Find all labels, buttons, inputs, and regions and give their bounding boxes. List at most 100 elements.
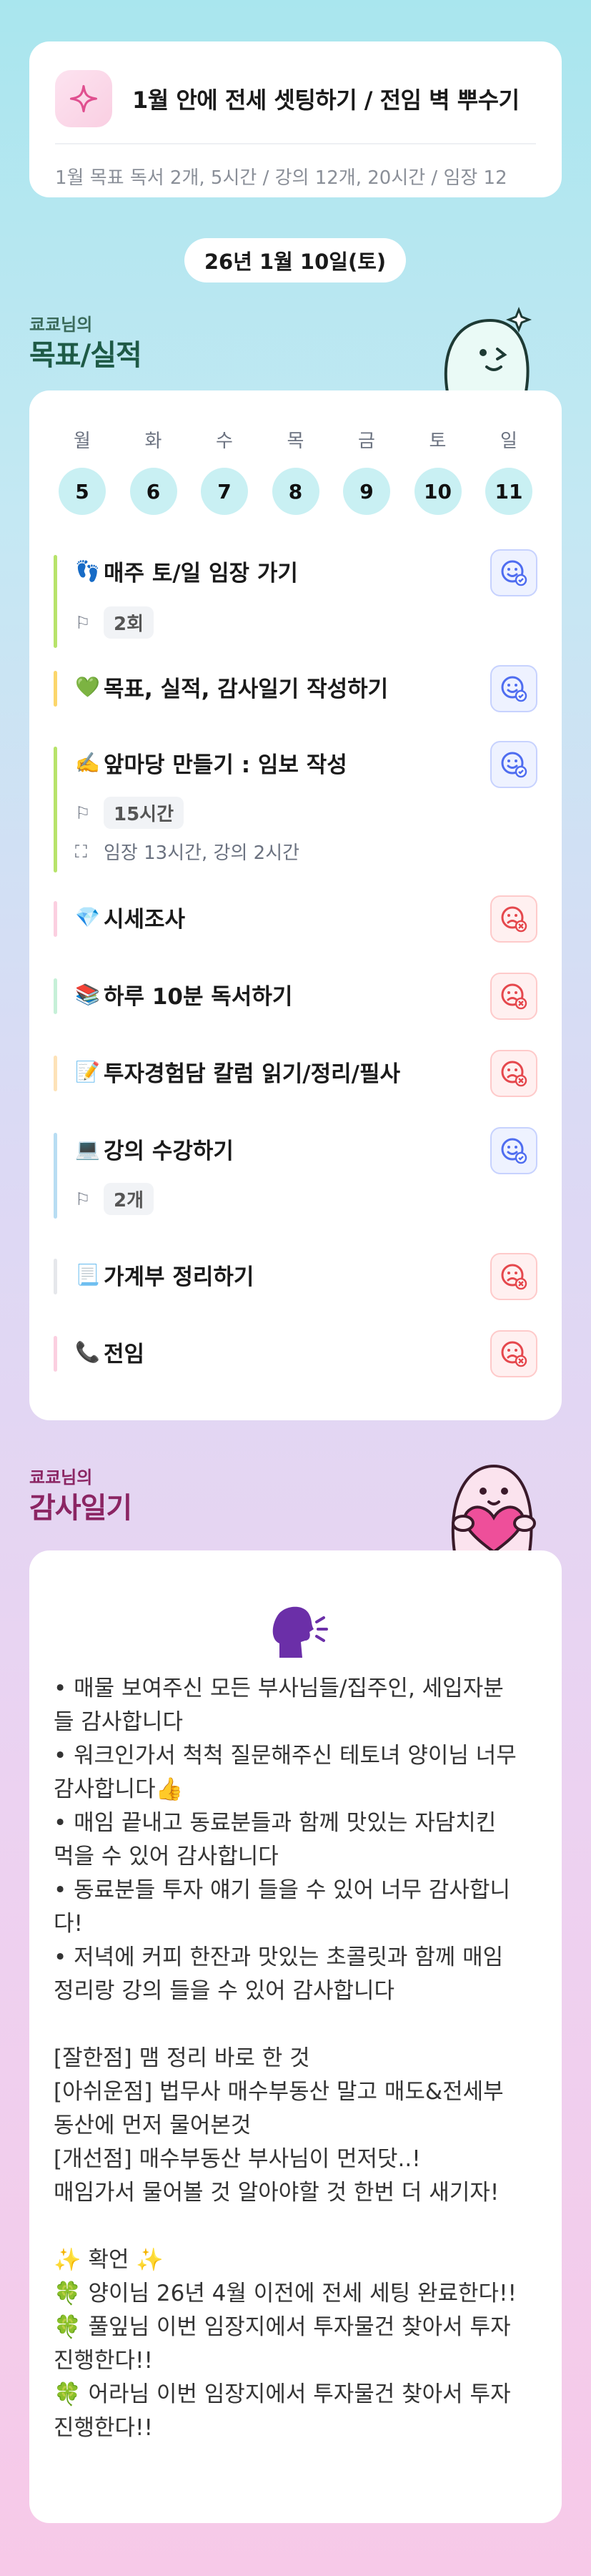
day-label: 월	[74, 431, 91, 452]
task-item[interactable]: 👣 매주 토/일 임장 가기 ⚐ 2회	[54, 549, 537, 648]
task-item[interactable]: 📞 전임	[54, 1330, 537, 1377]
gratitude-line: [잘한점] 맴 정리 바로 한 것	[54, 2045, 310, 2071]
task-color-bar	[54, 978, 57, 1014]
laptop-icon: 💻	[75, 1136, 100, 1161]
sparkle-icon	[55, 70, 112, 127]
goal-header: 1월 안에 전세 셋팅하기 / 전임 벽 뿌수기	[55, 70, 520, 127]
day-number[interactable]: 5	[59, 468, 106, 515]
task-item[interactable]: 📃 가계부 정리하기	[54, 1253, 537, 1300]
frown-x-icon	[501, 1061, 527, 1087]
gratitude-line	[54, 2008, 540, 2042]
day-mon[interactable]: 월5	[56, 426, 108, 515]
gem-icon: 💎	[75, 905, 100, 929]
gratitude-line: [개선점] 매수부동산 부사님이 먼저닷..!	[54, 2146, 421, 2172]
day-label: 수	[216, 431, 233, 452]
task-color-bar	[54, 1336, 57, 1372]
gratitude-line: • 저녁에 커피 한잔과 맛있는 초콜릿과 함께 매임	[54, 1945, 504, 1970]
date-badge: 26년 1월 10일(토)	[184, 238, 406, 282]
day-number[interactable]: 10	[414, 468, 462, 515]
day-number[interactable]: 7	[201, 468, 248, 515]
task-item[interactable]: 📚 하루 10분 독서하기	[54, 973, 537, 1020]
task-title-text: 전임	[104, 1341, 145, 1367]
day-number[interactable]: 11	[485, 468, 532, 515]
task-count-chip: 15시간	[104, 797, 184, 829]
task-title-text: 가계부 정리하기	[104, 1264, 254, 1290]
gratitude-line: 진행한다!!	[54, 2415, 153, 2441]
task-title-text: 투자경험담 칼럼 읽기/정리/필사	[104, 1061, 400, 1087]
goal-card[interactable]: 1월 안에 전세 셋팅하기 / 전임 벽 뿌수기 1월 목표 독서 2개, 5시…	[29, 41, 562, 197]
goal-title: 1월 안에 전세 셋팅하기 / 전임 벽 뿌수기	[132, 87, 520, 114]
day-number[interactable]: 8	[272, 468, 319, 515]
task-title: ✍️ 앞마당 만들기 : 임보 작성	[75, 747, 347, 778]
detail-icon: ⛶	[75, 841, 87, 862]
day-label: 토	[429, 431, 447, 452]
task-title: 💎 시세조사	[75, 901, 185, 933]
books-icon: 📚	[75, 982, 100, 1006]
gratitude-line: • 매물 보여주신 모든 부사님들/집주인, 세입자분	[54, 1676, 504, 1701]
gratitude-line: • 워크인가서 척척 질문해주신 테토녀 양이님 너무	[54, 1743, 517, 1769]
phone-icon: 📞	[75, 1339, 100, 1364]
gratitude-line: 진행한다!!	[54, 2348, 153, 2374]
day-number[interactable]: 9	[343, 468, 390, 515]
flag-icon: ⚐	[75, 802, 91, 823]
smile-check-icon	[501, 676, 527, 702]
task-title: 📚 하루 10분 독서하기	[75, 978, 292, 1010]
status-fail-button[interactable]	[490, 895, 537, 943]
task-item[interactable]: 📝 투자경험담 칼럼 읽기/정리/필사	[54, 1050, 537, 1097]
day-label: 금	[358, 431, 375, 452]
task-count-row: ⚐ 2개	[75, 1183, 154, 1215]
task-title: 💻 강의 수강하기	[75, 1133, 234, 1164]
task-color-bar	[54, 747, 57, 872]
mascot-ghost-icon	[426, 299, 540, 399]
status-success-button[interactable]	[490, 1127, 537, 1174]
task-item[interactable]: ✍️ 앞마당 만들기 : 임보 작성 ⚐ 15시간 ⛶ 임장 13시간, 강의 2시간	[54, 741, 537, 872]
page-icon: 📃	[75, 1262, 100, 1287]
gratitude-line: • 매임 끝내고 동료분들과 함께 맛있는 자담치킨	[54, 1810, 497, 1836]
day-wed[interactable]: 수7	[199, 426, 250, 515]
week-strip: 월5 화6 수7 목8 금9 토 10 일 11	[29, 426, 562, 515]
task-title: 📞 전임	[75, 1336, 144, 1367]
task-color-bar	[54, 1056, 57, 1091]
task-title-text: 시세조사	[104, 906, 186, 933]
status-fail-button[interactable]	[490, 1330, 537, 1377]
task-title-text: 하루 10분 독서하기	[104, 983, 293, 1010]
task-count-chip: 2개	[104, 1183, 154, 1215]
status-success-button[interactable]	[490, 549, 537, 596]
gratitude-line: 🍀 어라님 이번 임장지에서 투자물건 찾아서 투자	[54, 2381, 511, 2407]
green-heart-icon: 💚	[75, 674, 100, 699]
task-count-chip: 2회	[104, 606, 154, 639]
mascot-heart-icon	[426, 1452, 547, 1554]
status-fail-button[interactable]	[490, 973, 537, 1020]
task-title-text: 매주 토/일 임장 가기	[104, 560, 298, 586]
flag-icon: ⚐	[75, 612, 91, 633]
flag-icon: ⚐	[75, 1189, 91, 1209]
gratitude-line: 다!	[54, 1911, 83, 1937]
day-sat[interactable]: 토 10	[412, 426, 464, 515]
frown-x-icon	[501, 1341, 527, 1367]
status-fail-button[interactable]	[490, 1050, 537, 1097]
status-success-button[interactable]	[490, 741, 537, 788]
smile-check-icon	[501, 1138, 527, 1164]
task-item[interactable]: 💎 시세조사	[54, 895, 537, 943]
task-title-text: 앞마당 만들기 : 임보 작성	[104, 752, 347, 778]
day-number[interactable]: 6	[129, 468, 177, 515]
day-fri[interactable]: 금9	[341, 426, 392, 515]
goals-card: 월5 화6 수7 목8 금9 토 10 일 11 👣 매주 토/일 임장 가기 ⚐ 2회…	[29, 390, 562, 1420]
section-title-goals: 목표/실적	[29, 339, 142, 372]
task-item[interactable]: 💚 목표, 실적, 감사일기 작성하기	[54, 665, 537, 712]
gratitude-line: 먹을 수 있어 감사합니다	[54, 1844, 279, 1869]
task-title-text: 목표, 실적, 감사일기 작성하기	[104, 676, 389, 702]
day-sun[interactable]: 일 11	[483, 426, 535, 515]
task-title: 💚 목표, 실적, 감사일기 작성하기	[75, 671, 388, 702]
gratitude-line: 🍀 풀잎님 이번 임장지에서 투자물건 찾아서 투자	[54, 2314, 511, 2340]
goal-subtitle: 1월 목표 독서 2개, 5시간 / 강의 12개, 20시간 / 임장 12	[55, 167, 507, 189]
gratitude-line: 🍀 양이님 26년 4월 이전에 전세 세팅 완료한다!!	[54, 2281, 517, 2306]
smile-check-icon	[501, 752, 527, 778]
day-thu[interactable]: 목8	[270, 426, 322, 515]
task-item[interactable]: 💻 강의 수강하기 ⚐ 2개	[54, 1127, 537, 1219]
gratitude-line: • 동료분들 투자 얘기 들을 수 있어 너무 감사합니	[54, 1877, 510, 1903]
status-fail-button[interactable]	[490, 1253, 537, 1300]
footprints-icon: 👣	[75, 559, 100, 583]
status-success-button[interactable]	[490, 665, 537, 712]
day-tue[interactable]: 화6	[128, 426, 179, 515]
